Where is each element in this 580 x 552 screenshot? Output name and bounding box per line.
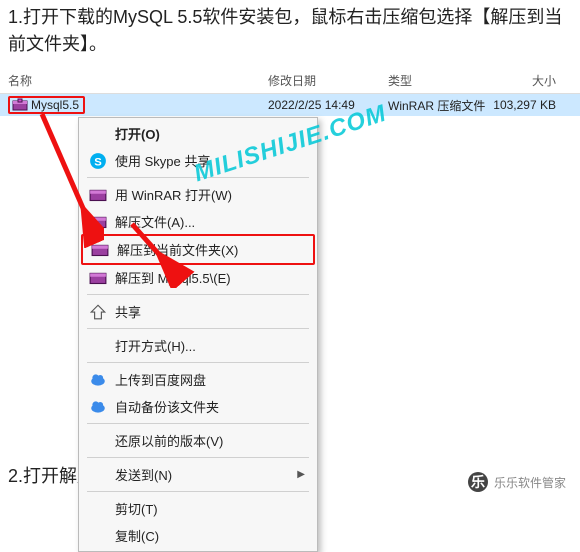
menu-auto-backup[interactable]: 自动备份该文件夹 — [81, 393, 315, 420]
menu-separator — [87, 491, 309, 492]
spacer-icon — [89, 125, 107, 143]
menu-cut[interactable]: 剪切(T) — [81, 495, 315, 522]
winrar-icon — [89, 269, 107, 287]
menu-open[interactable]: 打开(O) — [81, 120, 315, 147]
brand-name: 乐乐软件管家 — [494, 474, 566, 491]
menu-cut-label: 剪切(T) — [115, 499, 305, 518]
menu-separator — [87, 294, 309, 295]
menu-separator — [87, 328, 309, 329]
menu-restore-label: 还原以前的版本(V) — [115, 431, 305, 450]
menu-open-with-label: 打开方式(H)... — [115, 336, 305, 355]
menu-extract-here[interactable]: 解压到当前文件夹(X) — [81, 234, 315, 265]
menu-send-to[interactable]: 发送到(N) ▶ — [81, 461, 315, 488]
menu-separator — [87, 177, 309, 178]
menu-share-label: 共享 — [115, 302, 305, 321]
skype-icon: S — [89, 152, 107, 170]
menu-winrar-open-label: 用 WinRAR 打开(W) — [115, 185, 305, 204]
menu-restore[interactable]: 还原以前的版本(V) — [81, 427, 315, 454]
menu-separator — [87, 423, 309, 424]
svg-text:S: S — [94, 156, 102, 168]
menu-extract-files-label: 解压文件(A)... — [115, 212, 305, 231]
winrar-icon — [91, 241, 109, 259]
col-header-type[interactable]: 类型 — [388, 72, 488, 89]
spacer-icon — [89, 500, 107, 518]
spacer-icon — [89, 527, 107, 545]
spacer-icon — [89, 466, 107, 484]
file-row[interactable]: Mysql5.5 2022/2/25 14:49 WinRAR 压缩文件 103… — [0, 94, 580, 116]
menu-extract-files[interactable]: 解压文件(A)... — [81, 208, 315, 235]
menu-separator — [87, 362, 309, 363]
col-header-size[interactable]: 大小 — [488, 72, 568, 89]
menu-skype[interactable]: S 使用 Skype 共享 — [81, 147, 315, 174]
winrar-icon — [89, 186, 107, 204]
submenu-arrow-icon: ▶ — [297, 469, 305, 480]
footer-brand: 乐 乐乐软件管家 — [468, 472, 566, 492]
winrar-archive-icon — [12, 98, 28, 112]
menu-copy-label: 复制(C) — [115, 526, 305, 545]
menu-separator — [87, 457, 309, 458]
file-highlight: Mysql5.5 — [8, 96, 85, 114]
col-header-date[interactable]: 修改日期 — [268, 72, 388, 89]
menu-baidu[interactable]: 上传到百度网盘 — [81, 366, 315, 393]
menu-winrar-open[interactable]: 用 WinRAR 打开(W) — [81, 181, 315, 208]
menu-open-with[interactable]: 打开方式(H)... — [81, 332, 315, 359]
menu-auto-backup-label: 自动备份该文件夹 — [115, 397, 305, 416]
menu-open-label: 打开(O) — [115, 124, 305, 143]
brand-avatar-icon: 乐 — [468, 472, 488, 492]
share-icon — [89, 303, 107, 321]
menu-share[interactable]: 共享 — [81, 298, 315, 325]
file-date: 2022/2/25 14:49 — [268, 98, 388, 112]
menu-extract-here-label: 解压到当前文件夹(X) — [117, 240, 303, 259]
winrar-icon — [89, 213, 107, 231]
menu-skype-label: 使用 Skype 共享 — [115, 151, 305, 170]
file-list-header: 名称 修改日期 类型 大小 — [0, 68, 580, 94]
menu-send-to-label: 发送到(N) — [115, 465, 289, 484]
menu-extract-to[interactable]: 解压到 Mysql5.5\(E) — [81, 264, 315, 291]
context-menu: 打开(O) S 使用 Skype 共享 用 WinRAR 打开(W) 解压文件(… — [78, 117, 318, 552]
file-type: WinRAR 压缩文件 — [388, 97, 488, 114]
col-header-name[interactable]: 名称 — [8, 72, 268, 89]
file-size: 103,297 KB — [488, 98, 568, 112]
baidu-cloud-icon — [89, 371, 107, 389]
spacer-icon — [89, 432, 107, 450]
menu-baidu-label: 上传到百度网盘 — [115, 370, 305, 389]
baidu-cloud-icon — [89, 398, 107, 416]
instruction-step-1: 1.打开下载的MySQL 5.5软件安装包，鼠标右击压缩包选择【解压到当前文件夹… — [0, 0, 580, 62]
file-name: Mysql5.5 — [31, 98, 79, 112]
menu-copy[interactable]: 复制(C) — [81, 522, 315, 549]
spacer-icon — [89, 337, 107, 355]
menu-extract-to-label: 解压到 Mysql5.5\(E) — [115, 268, 305, 287]
